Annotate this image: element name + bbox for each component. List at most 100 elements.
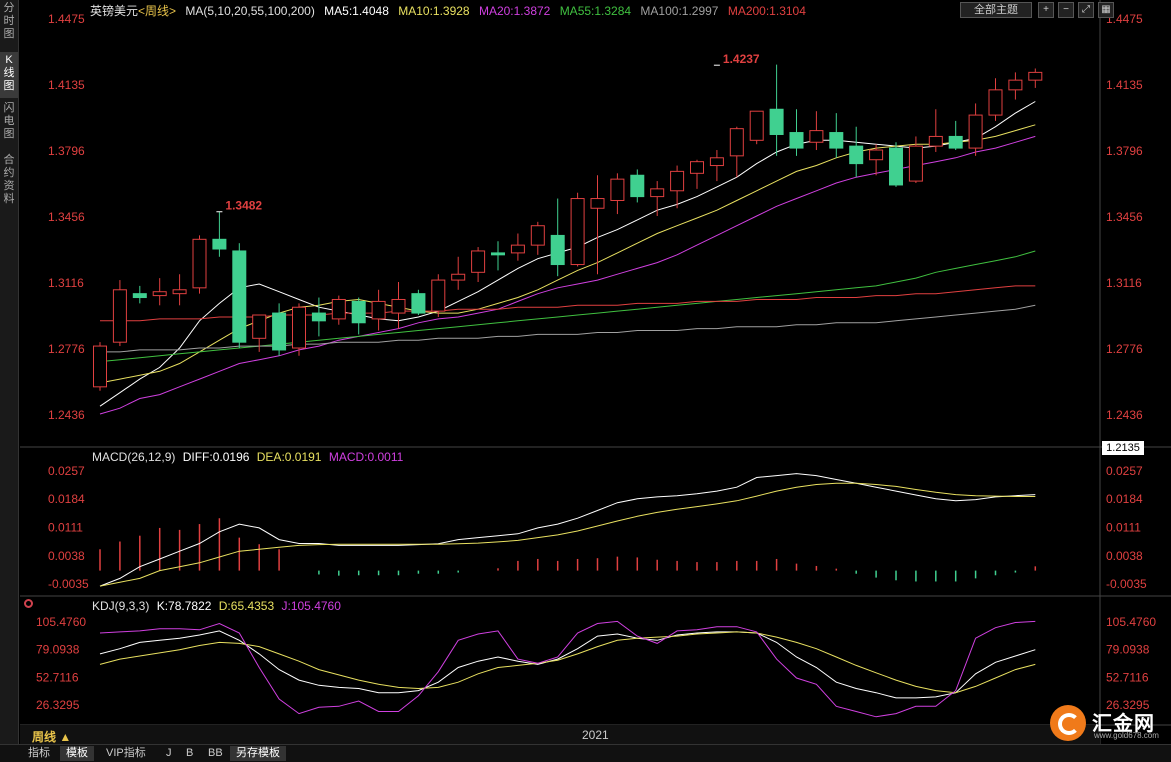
logo-icon <box>1050 705 1086 741</box>
bottom-tab-3[interactable]: J <box>160 746 178 761</box>
theme-dropdown[interactable]: 全部主题 <box>960 2 1032 18</box>
candle-body-5 <box>192 238 207 289</box>
candle-body-12 <box>331 298 346 320</box>
candle-body-41 <box>908 145 923 182</box>
macd-tick-left-3: 0.0038 <box>48 549 85 563</box>
candle-body-47 <box>1028 71 1043 81</box>
grid-icon[interactable]: ▦ <box>1098 2 1114 18</box>
price-tick-right-2: 1.3796 <box>1106 144 1143 158</box>
bottom-tab-0[interactable]: 指标 <box>22 746 56 761</box>
kdj-label: KDJ(9,3,3) <box>92 599 150 613</box>
candle-body-11 <box>311 312 326 322</box>
kdj-d: D:65.4353 <box>218 599 275 613</box>
price-tick-left-1: 1.4135 <box>48 78 85 92</box>
chart-header: 英镑美元<周线> MA(5,10,20,55,100,200) MA5:1.40… <box>90 2 812 18</box>
zoom-in-icon[interactable]: + <box>1038 2 1054 18</box>
bottom-tab-5[interactable]: BB <box>202 746 229 761</box>
candle-body-38 <box>849 145 864 165</box>
macd-tick-left-1: 0.0184 <box>48 492 85 506</box>
candle-body-43 <box>948 135 963 149</box>
candle-body-44 <box>968 114 983 149</box>
bottom-tab-1[interactable]: 模板 <box>60 746 94 761</box>
symbol-label: 英镑美元 <box>90 4 139 18</box>
candle-body-27 <box>630 174 645 198</box>
candle-body-21 <box>510 244 525 254</box>
kdj-tick-left-0: 105.4760 <box>36 615 86 629</box>
candle-body-15 <box>391 298 406 314</box>
kdj-header: KDJ(9,3,3) K:78.7822 D:65.4353 J:105.476… <box>92 599 345 613</box>
expand-icon[interactable]: ⤢ <box>1078 2 1094 18</box>
kdj-k: K:78.7822 <box>156 599 212 613</box>
candle-body-4 <box>172 289 187 295</box>
candle-body-45 <box>988 89 1003 116</box>
macd-tick-right-0: 0.0257 <box>1106 464 1143 478</box>
candle-body-22 <box>530 225 545 246</box>
macd-tick-left-4: -0.0035 <box>48 577 89 591</box>
candle-body-40 <box>889 147 903 186</box>
candle-body-37 <box>829 132 844 149</box>
macd-tick-right-4: -0.0035 <box>1106 577 1147 591</box>
candle-body-36 <box>809 130 824 143</box>
candle-body-23 <box>550 234 565 266</box>
macd-label: MACD(26,12,9) <box>92 450 176 464</box>
logo-url: www.gold678.com <box>1094 731 1159 740</box>
kdj-settings-icon[interactable] <box>24 599 33 608</box>
ma100-value: MA100:1.2997 <box>640 4 719 18</box>
candle-body-14 <box>371 300 386 320</box>
price-tick-right-1: 1.4135 <box>1106 78 1143 92</box>
zoom-out-icon[interactable]: − <box>1058 2 1074 18</box>
candle-body-33 <box>749 110 764 141</box>
candle-body-10 <box>292 306 306 349</box>
logo: 汇金网 www.gold678.com <box>1050 705 1165 741</box>
kdj-tick-right-0: 105.4760 <box>1106 615 1156 629</box>
candle-body-8 <box>252 314 267 339</box>
chart-canvas: 1.44751.44751.41351.41351.37961.37961.34… <box>20 0 1171 744</box>
kdj-tick-left-1: 79.0938 <box>36 643 80 657</box>
macd-tick-left-2: 0.0111 <box>48 521 83 535</box>
price-tick-left-2: 1.3796 <box>48 144 85 158</box>
candle-body-25 <box>590 198 605 209</box>
ma-label: MA(5,10,20,55,100,200) <box>185 4 315 18</box>
price-tick-right-5: 1.2776 <box>1106 342 1143 356</box>
kdj-tick-right-2: 52.7116 <box>1106 670 1149 684</box>
candle-body-39 <box>869 149 884 161</box>
candle-body-1 <box>112 289 127 343</box>
last-price-tag: 1.2135 <box>1102 441 1144 455</box>
period-tag[interactable]: <周线> <box>138 4 176 18</box>
macd-diff: DIFF:0.0196 <box>182 450 250 464</box>
bottom-tab-2[interactable]: VIP指标 <box>100 746 152 761</box>
candle-body-29 <box>670 170 685 192</box>
kdj-j: J:105.4760 <box>281 599 341 613</box>
macd-tick-right-3: 0.0038 <box>1106 549 1143 563</box>
period-selector[interactable]: 周线 ▲ <box>32 728 71 745</box>
bottom-tab-bar: 指标 模板 VIP指标 J B BB 另存模板 <box>0 744 1171 762</box>
candle-body-17 <box>431 279 446 312</box>
candle-body-3 <box>152 291 167 297</box>
candle-body-7 <box>232 250 247 343</box>
bottom-tab-6[interactable]: 另存模板 <box>230 746 286 761</box>
bottom-tab-4[interactable]: B <box>180 746 199 761</box>
candle-body-2 <box>132 293 147 299</box>
candle-body-0 <box>93 345 107 388</box>
price-tick-left-3: 1.3456 <box>48 210 85 224</box>
candle-body-16 <box>411 293 426 314</box>
macd-header: MACD(26,12,9) DIFF:0.0196 DEA:0.0191 MAC… <box>92 450 407 464</box>
macd-dea: DEA:0.0191 <box>256 450 322 464</box>
price-tick-left-4: 1.3116 <box>48 276 84 290</box>
price-tick-left-5: 1.2776 <box>48 342 85 356</box>
candle-body-9 <box>272 312 287 351</box>
candle-body-26 <box>610 178 625 201</box>
year-axis-label: 2021 <box>582 728 609 742</box>
kdj-tick-left-2: 52.7116 <box>36 670 79 684</box>
kdj-line-k <box>99 630 1036 699</box>
candle-body-32 <box>729 128 744 157</box>
candle-body-28 <box>650 188 665 198</box>
ma10-value: MA10:1.3928 <box>398 4 470 18</box>
candle-body-31 <box>709 157 724 167</box>
candle-body-35 <box>789 132 804 149</box>
ma20-value: MA20:1.3872 <box>478 4 551 18</box>
macd-line-diff <box>99 473 1036 587</box>
candle-body-30 <box>690 161 704 174</box>
macd-tick-right-2: 0.0111 <box>1106 521 1141 535</box>
macd-value: MACD:0.0011 <box>328 450 404 464</box>
